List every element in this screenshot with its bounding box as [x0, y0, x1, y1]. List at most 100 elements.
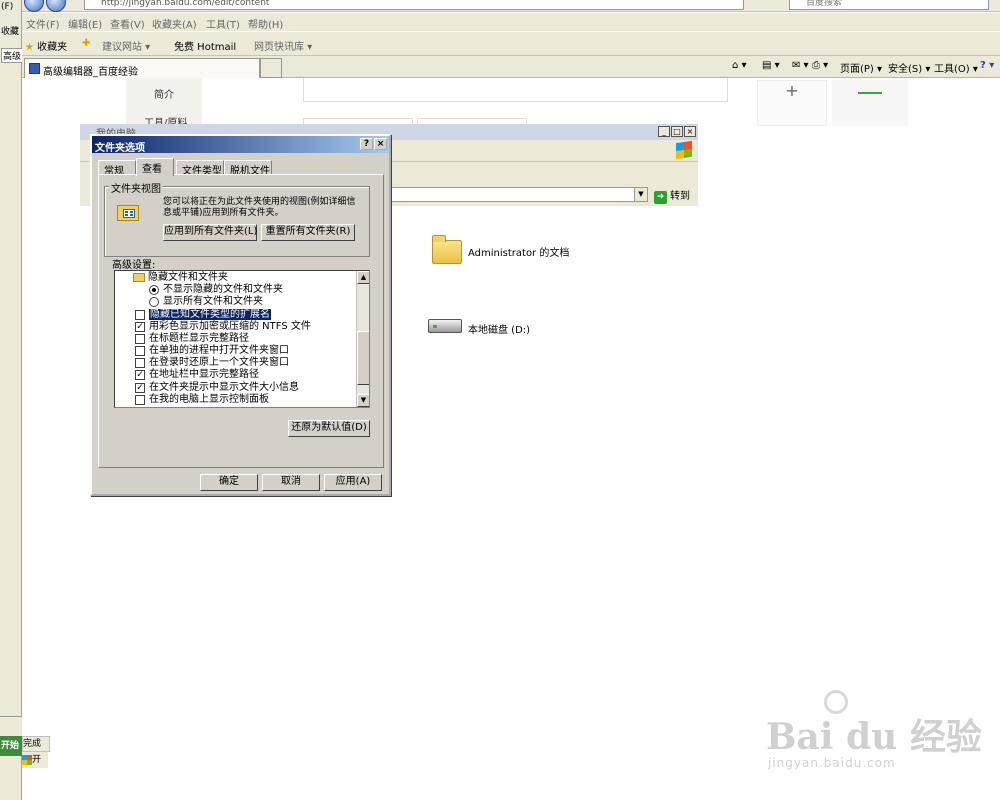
- chevron-down-icon[interactable]: ▼: [634, 188, 647, 201]
- menu-help[interactable]: 帮助(H): [248, 16, 283, 31]
- go-button[interactable]: ➜ 转到: [654, 187, 690, 204]
- apply-to-all-folders-button[interactable]: 应用到所有文件夹(L): [163, 224, 257, 241]
- fav-link-webslices[interactable]: 网页快讯库 ▾: [254, 38, 312, 53]
- reset-all-folders-button[interactable]: 重置所有文件夹(R): [261, 224, 355, 241]
- file-item-label[interactable]: Administrator 的文档: [468, 244, 569, 259]
- dialog-title: 文件夹选项: [95, 143, 145, 154]
- radio-hide-hidden[interactable]: [149, 285, 159, 295]
- folder-icon: [133, 272, 145, 282]
- new-tab-button[interactable]: [260, 58, 282, 78]
- menu-favorites[interactable]: 收藏夹(A): [152, 16, 197, 31]
- taskbar-item[interactable]: 开: [22, 752, 48, 768]
- group-description: 您可以将正在为此文件夹使用的视图(例如详细信息或平铺)应用到所有文件夹。: [163, 197, 356, 218]
- minimize-icon[interactable]: _: [658, 126, 670, 137]
- search-input[interactable]: 百度搜索: [789, 0, 989, 10]
- menu-tools[interactable]: 工具(T): [206, 16, 240, 31]
- forward-icon[interactable]: [46, 0, 66, 12]
- start-button[interactable]: 开始: [0, 736, 22, 756]
- list-item[interactable]: 在我的电脑上显示控制面板: [135, 394, 269, 406]
- browser-menu-bar: 文件(F) 编辑(E) 查看(V) 收藏夹(A) 工具(T) 帮助(H): [22, 13, 1000, 31]
- fav-link-hotmail[interactable]: 免费 Hotmail: [174, 38, 236, 53]
- advanced-settings-label: 高级设置:: [112, 260, 156, 271]
- back-icon[interactable]: [24, 0, 44, 12]
- folder-options-dialog: 文件夹选项 ? × 常规 查看 文件类型 脱机文件 文件夹视图 您可以将正在为此…: [90, 134, 391, 496]
- cmd-page[interactable]: 页面(P) ▾: [840, 60, 882, 75]
- maximize-icon[interactable]: □: [671, 126, 683, 137]
- browser-tab-row: 高级编辑器_百度经验 ⌂ ▾ ▤ ▾ ✉ ▾ ⎙ ▾ 页面(P) ▾ 安全(S)…: [22, 56, 1000, 78]
- page-favicon-icon: [29, 63, 40, 74]
- scroll-up-icon[interactable]: ▲: [357, 271, 369, 284]
- tab-view[interactable]: 查看: [136, 158, 174, 176]
- list-item[interactable]: 在单独的进程中打开文件夹窗口: [135, 345, 289, 357]
- folder-icon[interactable]: [432, 235, 462, 264]
- checkbox-separate-process[interactable]: [135, 346, 145, 356]
- menu-edit[interactable]: 编辑(E): [68, 16, 102, 31]
- watermark-url: jingyan.baidu.com: [768, 756, 896, 770]
- help-icon[interactable]: ? ▾: [980, 60, 994, 71]
- cmd-safety[interactable]: 安全(S) ▾: [888, 60, 930, 75]
- url-input[interactable]: http://jingyan.baidu.com/edit/content: [84, 0, 744, 10]
- scroll-thumb[interactable]: [357, 331, 369, 385]
- list-item: 隐藏文件和文件夹: [133, 272, 228, 284]
- menu-view[interactable]: 查看(V): [110, 16, 145, 31]
- group-title: 文件夹视图: [109, 180, 163, 195]
- menu-file[interactable]: 文件(F): [26, 16, 60, 31]
- feeds-icon[interactable]: ▤ ▾: [762, 60, 780, 71]
- list-item-label: 在我的电脑上显示控制面板: [149, 394, 269, 405]
- background-window-strip: (F) 收藏 高级: [0, 0, 24, 800]
- editor-title-field[interactable]: [303, 78, 728, 102]
- close-icon[interactable]: ×: [374, 138, 387, 150]
- restore-defaults-button[interactable]: 还原为默认值(D): [288, 420, 370, 437]
- close-icon[interactable]: ×: [684, 126, 696, 137]
- checkbox-hide-extensions[interactable]: [135, 310, 145, 320]
- tab-page[interactable]: 高级编辑器_百度经验: [24, 58, 260, 78]
- file-item-label[interactable]: 本地磁盘 (D:): [468, 321, 530, 336]
- tab-file-types[interactable]: 文件类型: [176, 160, 224, 177]
- explorer-address-input[interactable]: ▼: [388, 187, 648, 202]
- checkbox-full-path-address[interactable]: ✓: [135, 370, 145, 380]
- checkbox-file-size-tips[interactable]: ✓: [135, 383, 145, 393]
- folder-views-group: 文件夹视图 您可以将正在为此文件夹使用的视图(例如详细信息或平铺)应用到所有文件…: [104, 180, 370, 257]
- add-step-icon[interactable]: +: [757, 80, 827, 126]
- tab-fragment[interactable]: 高级: [1, 48, 24, 63]
- taskbar-item-label: 开: [32, 755, 42, 765]
- add-favorite-icon[interactable]: ✚: [82, 38, 90, 49]
- go-label: 转到: [670, 191, 690, 202]
- ok-button[interactable]: 确定: [200, 474, 258, 491]
- cmd-tools[interactable]: 工具(O) ▾: [934, 60, 978, 75]
- drive-icon[interactable]: [428, 319, 462, 333]
- list-item[interactable]: ✓ 在文件夹提示中显示文件大小信息: [135, 382, 299, 394]
- advanced-settings-list[interactable]: 隐藏文件和文件夹 不显示隐藏的文件和文件夹 显示所有文件和文件夹 隐藏已知文件类…: [114, 270, 370, 408]
- apply-button[interactable]: 应用(A): [324, 474, 382, 491]
- radio-show-hidden[interactable]: [149, 297, 159, 307]
- checkbox-control-panel[interactable]: [135, 395, 145, 405]
- list-item[interactable]: ✓ 在地址栏中显示完整路径: [135, 369, 259, 381]
- checkbox-full-path-title[interactable]: [135, 334, 145, 344]
- list-item[interactable]: 不显示隐藏的文件和文件夹: [149, 284, 283, 296]
- tab-general[interactable]: 常规: [98, 160, 136, 177]
- list-item[interactable]: ✓ 用彩色显示加密或压缩的 NTFS 文件: [135, 321, 311, 333]
- list-item[interactable]: 在登录时还原上一个文件夹窗口: [135, 357, 289, 369]
- help-icon[interactable]: ?: [360, 138, 373, 150]
- mail-icon[interactable]: ✉ ▾: [792, 60, 809, 71]
- list-item[interactable]: 在标题栏显示完整路径: [135, 333, 249, 345]
- scrollbar[interactable]: ▲ ▼: [356, 271, 369, 407]
- checkbox-color-ntfs[interactable]: ✓: [135, 322, 145, 332]
- favorites-button[interactable]: ★ 收藏夹: [25, 38, 67, 53]
- fav-link-suggested[interactable]: 建议网站 ▾: [102, 38, 150, 53]
- print-icon[interactable]: ⎙ ▾: [812, 60, 828, 71]
- list-item[interactable]: 显示所有文件和文件夹: [149, 296, 263, 308]
- side-nav-intro[interactable]: 简介: [154, 86, 174, 101]
- checkbox-restore-windows[interactable]: [135, 358, 145, 368]
- list-item-label: 在文件夹提示中显示文件大小信息: [149, 382, 299, 393]
- status-text: 完成: [22, 736, 50, 752]
- cancel-button[interactable]: 取消: [262, 474, 320, 491]
- scroll-down-icon[interactable]: ▼: [357, 394, 369, 407]
- home-icon[interactable]: ⌂ ▾: [732, 60, 747, 71]
- list-item[interactable]: 隐藏已知文件类型的扩展名: [135, 309, 271, 321]
- folder-view-icon: [117, 201, 139, 221]
- side-widget: [832, 80, 908, 126]
- tab-offline-files[interactable]: 脱机文件: [224, 160, 272, 177]
- list-item-label: 显示所有文件和文件夹: [163, 296, 263, 307]
- list-item-label: 在标题栏显示完整路径: [149, 333, 249, 344]
